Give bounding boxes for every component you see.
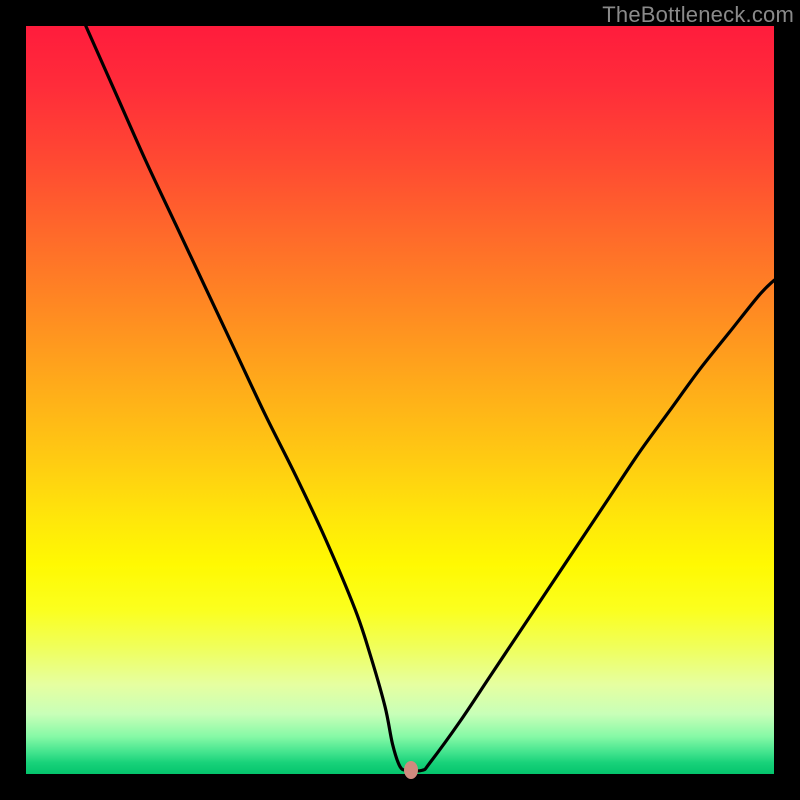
bottleneck-curve [26,26,774,774]
chart-frame: TheBottleneck.com [0,0,800,800]
optimum-marker [404,761,418,779]
watermark-text: TheBottleneck.com [602,2,794,28]
